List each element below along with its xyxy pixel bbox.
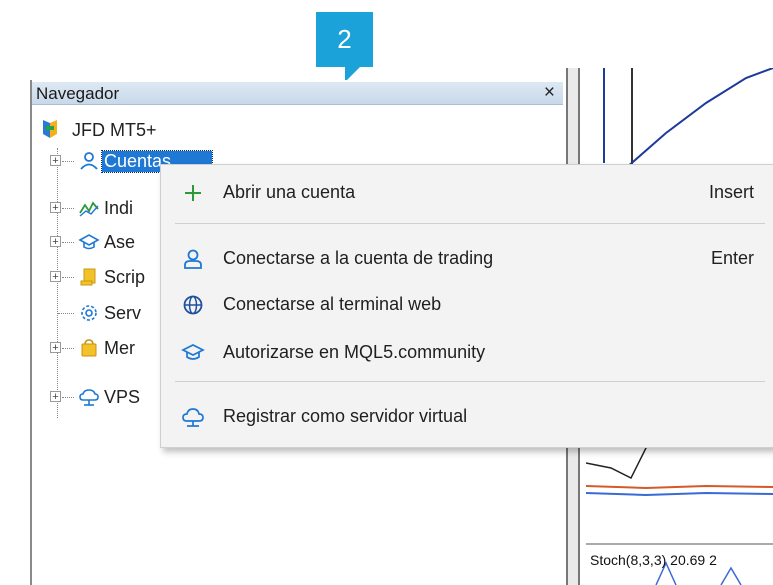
tree-item-indicators-label: Indi [104, 198, 134, 218]
menu-item-open-account[interactable]: Abrir una cuenta Insert [161, 173, 773, 213]
menu-item-connect-trading-account[interactable]: Conectarse a la cuenta de trading Enter [161, 239, 773, 279]
chart-level-line [586, 484, 773, 490]
menu-item-connect-web-terminal[interactable]: Conectarse al terminal web [161, 285, 773, 325]
menu-item-label: Abrir una cuenta [223, 182, 356, 202]
tree-item-advisors-label: Ase [104, 232, 136, 252]
navigator-header: Navegador × [32, 82, 563, 105]
market-icon [81, 339, 97, 357]
user-icon [184, 249, 202, 269]
menu-item-shortcut: Insert [708, 182, 754, 202]
tree-item-market-label: Mer [104, 338, 135, 358]
tree-item-vps-label: VPS [104, 387, 141, 407]
menu-item-register-virtual-server[interactable]: Registrar como servidor virtual [161, 397, 773, 437]
indicators-icon [79, 201, 99, 217]
indicator-label: Stoch(8,3,3) 20.69 2 [590, 552, 717, 568]
navigator-title: Navegador [36, 84, 120, 103]
plus-icon [185, 185, 201, 201]
expand-icon[interactable]: + [50, 236, 61, 248]
tree-item-scripts-label: Scrip [104, 267, 146, 287]
menu-separator [175, 223, 765, 224]
menu-item-label: Registrar como servidor virtual [223, 406, 468, 426]
cloud-icon [182, 408, 204, 427]
expand-icon[interactable]: + [50, 391, 61, 403]
menu-item-label: Autorizarse en MQL5.community [223, 342, 486, 362]
menu-separator [175, 381, 765, 382]
advisors-icon [78, 234, 100, 250]
tree-connector [57, 148, 58, 418]
step-badge: 2 [316, 12, 373, 67]
menu-item-authorize-mql5[interactable]: Autorizarse en MQL5.community [161, 333, 773, 373]
vps-icon [79, 389, 99, 406]
chart-stoch-line [720, 566, 742, 585]
context-menu: Abrir una cuenta Insert Conectarse a la … [160, 164, 773, 448]
services-icon [81, 305, 97, 321]
menu-item-shortcut: Enter [710, 248, 754, 268]
accounts-icon [80, 152, 98, 170]
scripts-icon [80, 268, 96, 286]
broker-logo-icon [43, 120, 57, 138]
close-icon[interactable]: × [544, 82, 555, 104]
step-number: 2 [337, 24, 352, 54]
tree-root-label: JFD MT5+ [72, 120, 157, 140]
menu-item-label: Conectarse al terminal web [223, 294, 442, 314]
expand-icon[interactable]: + [50, 271, 61, 283]
chart-level-line [586, 491, 773, 497]
expand-icon[interactable]: + [50, 342, 61, 354]
expand-icon[interactable]: + [50, 202, 61, 214]
graduation-cap-icon [181, 344, 205, 360]
expand-icon[interactable]: + [50, 155, 61, 167]
tree-item-services-label: Serv [104, 303, 142, 323]
globe-icon [183, 295, 203, 315]
menu-item-label: Conectarse a la cuenta de trading [223, 248, 494, 268]
